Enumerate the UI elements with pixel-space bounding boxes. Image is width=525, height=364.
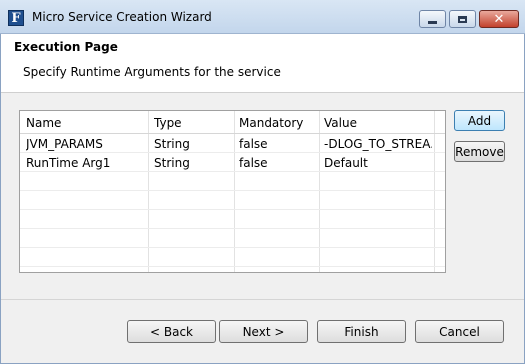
column-header-type[interactable]: Type <box>154 114 230 132</box>
table-cell-value[interactable]: -DLOG_TO_STREA... <box>324 135 432 153</box>
next-button[interactable]: Next > <box>219 320 308 343</box>
add-button[interactable]: Add <box>454 110 505 131</box>
minimize-button[interactable] <box>419 10 446 28</box>
remove-button[interactable]: Remove <box>454 141 505 162</box>
window-titlebar[interactable]: F Micro Service Creation Wizard ✕ <box>0 0 525 34</box>
arguments-table[interactable]: Name Type Mandatory Value JVM_PARAMS Str… <box>19 110 446 273</box>
table-cell-mandatory[interactable]: false <box>239 154 315 172</box>
page-subtitle: Specify Runtime Arguments for the servic… <box>23 65 281 79</box>
table-cell-name[interactable]: JVM_PARAMS <box>26 135 144 153</box>
back-button[interactable]: < Back <box>127 320 216 343</box>
table-cell-name[interactable]: RunTime Arg1 <box>26 154 144 172</box>
column-header-value[interactable]: Value <box>324 114 432 132</box>
close-icon: ✕ <box>493 11 505 27</box>
row-divider <box>20 228 445 229</box>
row-divider <box>20 190 445 191</box>
table-cell-mandatory[interactable]: false <box>239 135 315 153</box>
close-button[interactable]: ✕ <box>479 10 519 28</box>
table-cell-value[interactable]: Default <box>324 154 432 172</box>
app-logo-icon: F <box>8 10 24 26</box>
row-divider <box>20 247 445 248</box>
table-cell-type[interactable]: String <box>154 154 230 172</box>
maximize-button[interactable] <box>449 10 476 28</box>
finish-button[interactable]: Finish <box>317 320 406 343</box>
cancel-button[interactable]: Cancel <box>415 320 504 343</box>
column-header-mandatory[interactable]: Mandatory <box>239 114 315 132</box>
header-divider <box>20 133 445 134</box>
column-header-name[interactable]: Name <box>26 114 144 132</box>
maximize-icon <box>458 15 467 23</box>
window-title: Micro Service Creation Wizard <box>32 10 212 24</box>
minimize-icon <box>428 20 437 24</box>
footer-separator <box>1 299 524 300</box>
table-cell-type[interactable]: String <box>154 135 230 153</box>
row-divider <box>20 266 445 267</box>
row-divider <box>20 209 445 210</box>
page-title: Execution Page <box>14 40 118 54</box>
wizard-header: Execution Page Specify Runtime Arguments… <box>1 34 524 93</box>
